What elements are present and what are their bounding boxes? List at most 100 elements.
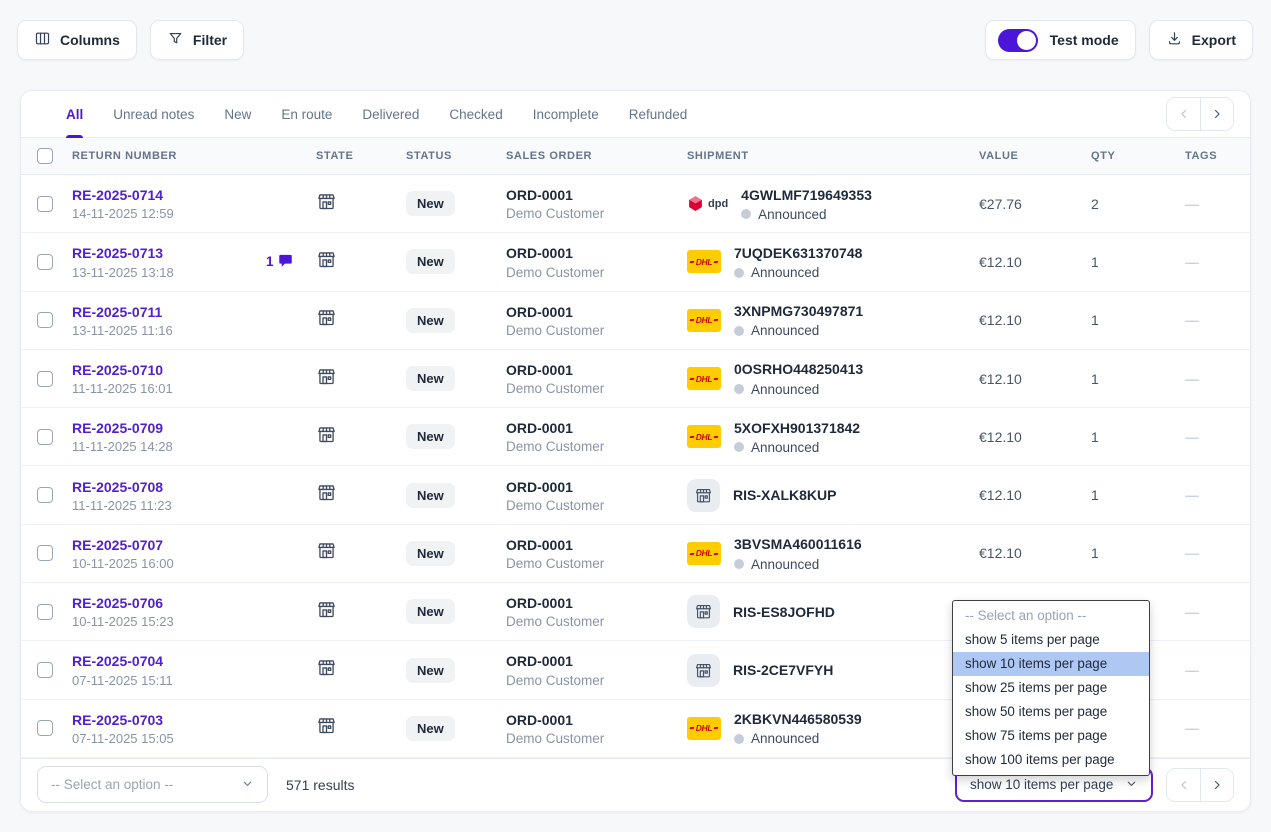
- download-icon: [1166, 30, 1183, 50]
- per-page-dropdown-popup: -- Select an option -- show 5 items per …: [952, 600, 1150, 776]
- dropdown-option[interactable]: show 100 items per page: [953, 748, 1149, 772]
- sales-order-number: ORD-0001: [506, 303, 573, 320]
- status-badge: New: [406, 191, 455, 217]
- header-qty: QTY: [1091, 150, 1116, 162]
- return-number-link[interactable]: RE-2025-0706: [72, 594, 316, 612]
- table-row: RE-2025-0714 14-11-2025 12:59 New ORD-00…: [21, 175, 1250, 234]
- columns-button-label: Columns: [60, 32, 120, 48]
- shipment-status-text: Announced: [751, 439, 820, 455]
- return-number-link[interactable]: RE-2025-0710: [72, 361, 316, 379]
- unread-notes-badge[interactable]: 1: [266, 253, 293, 271]
- prev-page-button[interactable]: [1167, 768, 1200, 801]
- row-checkbox[interactable]: [37, 545, 53, 562]
- status-tab[interactable]: Refunded: [614, 91, 703, 137]
- bulk-action-select[interactable]: -- Select an option --: [37, 766, 268, 804]
- dropdown-option[interactable]: show 50 items per page: [953, 700, 1149, 724]
- status-badge: New: [406, 599, 455, 625]
- dhl-logo: DHL: [687, 367, 721, 391]
- sales-order-number: ORD-0001: [506, 420, 573, 437]
- row-checkbox[interactable]: [37, 253, 53, 270]
- header-shipment: SHIPMENT: [687, 150, 749, 162]
- return-value: €12.10: [979, 545, 1022, 562]
- shipment-status: Announced: [734, 265, 862, 280]
- dhl-logo: DHL: [687, 425, 721, 449]
- next-page-button[interactable]: [1200, 98, 1233, 130]
- tags-cell: —: [1185, 603, 1199, 620]
- table-row: RE-2025-0711 13-11-2025 11:16 New ORD-00…: [21, 292, 1250, 350]
- shipment-status-text: Announced: [751, 381, 820, 397]
- customer-name: Demo Customer: [506, 381, 605, 397]
- dropdown-option[interactable]: -- Select an option --: [953, 604, 1149, 628]
- per-page-value: show 10 items per page: [970, 777, 1114, 793]
- row-checkbox[interactable]: [37, 603, 53, 620]
- table-row: RE-2025-0708 11-11-2025 11:23 New ORD-00…: [21, 466, 1250, 525]
- status-tab[interactable]: New: [209, 91, 266, 137]
- select-all-checkbox[interactable]: [37, 148, 53, 164]
- notes-count: 1: [266, 254, 274, 270]
- row-checkbox[interactable]: [37, 428, 53, 445]
- return-qty: 1: [1091, 370, 1099, 387]
- dhl-logo-text: DHL: [689, 548, 720, 558]
- sales-order-number: ORD-0001: [506, 653, 573, 670]
- bulk-action-placeholder: -- Select an option --: [51, 777, 174, 793]
- dropdown-option[interactable]: show 5 items per page: [953, 628, 1149, 652]
- returns-page: Columns Filter Test mode Export All Unre…: [0, 0, 1271, 832]
- in-store-return-icon: [687, 595, 720, 629]
- tab-label: Unread notes: [113, 106, 195, 122]
- status-dot-icon: [734, 559, 744, 570]
- status-tab[interactable]: En route: [266, 91, 347, 137]
- tab-label: Incomplete: [532, 106, 599, 122]
- tags-cell: —: [1185, 487, 1199, 504]
- tracking-number: 3XNPMG730497871: [734, 303, 864, 320]
- return-number-link[interactable]: RE-2025-0703: [72, 711, 316, 729]
- dropdown-option[interactable]: show 75 items per page: [953, 724, 1149, 748]
- status-tab[interactable]: All: [51, 91, 98, 138]
- customer-name: Demo Customer: [506, 614, 605, 630]
- tracking-number: 4GWLMF719649353: [741, 186, 872, 203]
- row-checkbox[interactable]: [37, 195, 53, 212]
- table-row: RE-2025-0707 10-11-2025 16:00 New ORD-00…: [21, 525, 1250, 584]
- row-checkbox[interactable]: [37, 312, 53, 329]
- in-store-return-icon: [687, 653, 720, 687]
- status-dot-icon: [734, 384, 744, 395]
- pagination-bottom: [1166, 767, 1234, 802]
- tags-cell: —: [1185, 312, 1199, 329]
- test-mode-toggle[interactable]: [997, 28, 1038, 52]
- return-number-link[interactable]: RE-2025-0714: [72, 186, 316, 204]
- in-store-return-icon: [687, 478, 720, 512]
- row-checkbox[interactable]: [37, 370, 53, 387]
- filter-button[interactable]: Filter: [149, 20, 245, 60]
- row-checkbox[interactable]: [37, 662, 53, 679]
- dropdown-option[interactable]: show 10 items per page: [953, 652, 1149, 676]
- return-number-link[interactable]: RE-2025-0711: [72, 303, 316, 321]
- shipment-status: Announced: [734, 557, 862, 572]
- sales-order-number: ORD-0001: [506, 361, 573, 378]
- return-number-link[interactable]: RE-2025-0707: [72, 536, 316, 554]
- status-tab[interactable]: Incomplete: [518, 91, 614, 137]
- row-checkbox[interactable]: [37, 487, 53, 504]
- return-qty: 1: [1091, 312, 1099, 329]
- next-page-button[interactable]: [1200, 768, 1233, 801]
- columns-button[interactable]: Columns: [17, 20, 137, 60]
- row-checkbox[interactable]: [37, 720, 53, 737]
- toolbar-right: Test mode Export: [984, 20, 1253, 60]
- status-tab[interactable]: Delivered: [347, 91, 434, 137]
- export-button[interactable]: Export: [1148, 20, 1253, 60]
- return-number-link[interactable]: RE-2025-0708: [72, 478, 316, 496]
- prev-page-button[interactable]: [1167, 98, 1200, 130]
- status-tabs: All Unread notes New En route Delivered …: [51, 91, 703, 138]
- return-qty: 1: [1091, 487, 1099, 504]
- return-qty: 1: [1091, 545, 1099, 562]
- return-number-link[interactable]: RE-2025-0704: [72, 652, 316, 670]
- status-tab[interactable]: Unread notes: [98, 91, 209, 137]
- status-badge: New: [406, 424, 455, 450]
- results-count: 571 results: [286, 776, 355, 793]
- status-tab[interactable]: Checked: [434, 91, 517, 137]
- shipment-status-text: Announced: [751, 556, 820, 572]
- customer-name: Demo Customer: [506, 730, 605, 746]
- dhl-logo-text: DHL: [689, 432, 720, 442]
- dhl-logo: DHL: [687, 308, 721, 332]
- return-number-link[interactable]: RE-2025-0709: [72, 419, 316, 437]
- status-dot-icon: [734, 733, 744, 744]
- dropdown-option[interactable]: show 25 items per page: [953, 676, 1149, 700]
